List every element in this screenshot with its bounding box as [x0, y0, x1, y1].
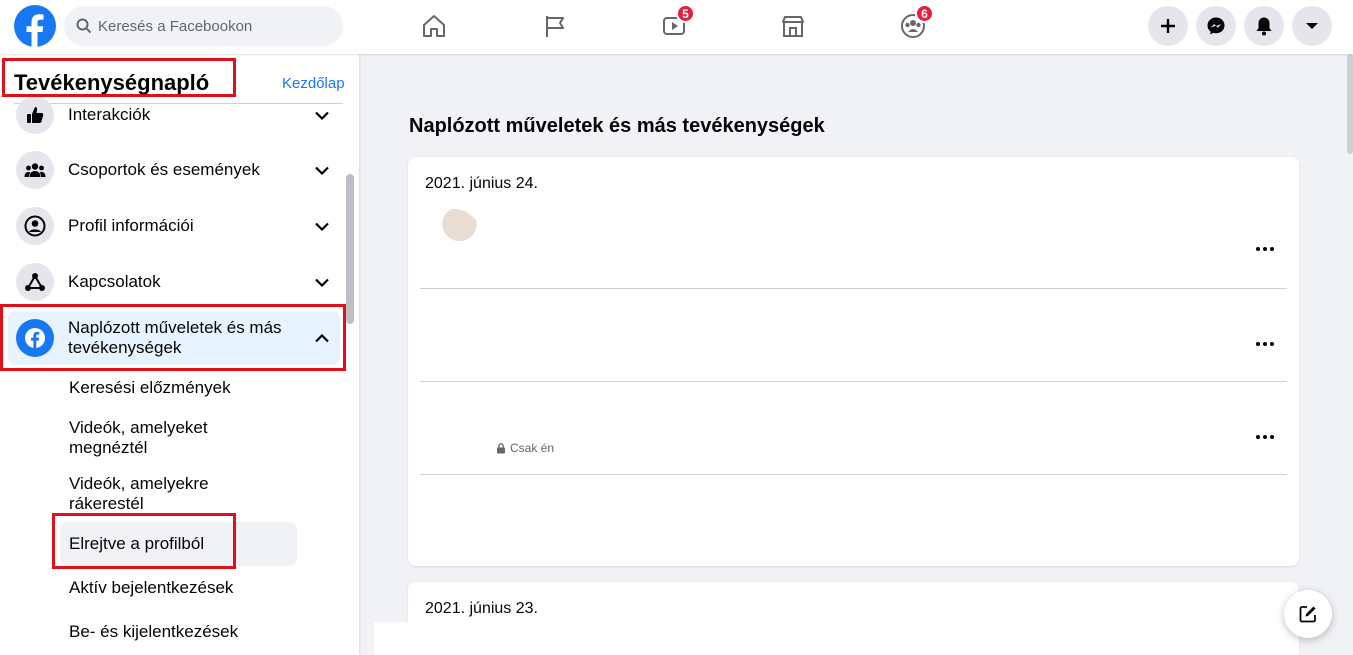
home-nav-button[interactable]: [412, 6, 456, 46]
account-menu-button[interactable]: [1292, 6, 1332, 46]
highlight-box-hidden-from-profile: [52, 513, 236, 569]
subitem-watched-videos[interactable]: Videók, amelyeket megnéztél: [60, 418, 220, 458]
caret-down-icon: [1306, 23, 1318, 29]
pages-nav-button[interactable]: [533, 6, 577, 46]
chevron-down-icon: [312, 160, 332, 180]
more-options-button[interactable]: [1252, 242, 1278, 256]
row-divider: [420, 381, 1287, 382]
watch-badge: 5: [676, 4, 695, 23]
row-divider: [420, 288, 1287, 289]
activity-log-sidebar: Tevékenységnapló Kezdőlap Interakciók Cs…: [0, 54, 359, 655]
facebook-logo-icon[interactable]: [14, 5, 56, 47]
subitem-active-sessions[interactable]: Aktív bejelentkezések: [60, 576, 297, 600]
highlight-box-logged-actions: [0, 304, 346, 371]
groups-badge: 6: [915, 4, 934, 23]
avatar: [426, 209, 482, 269]
subitem-searched-videos[interactable]: Videók, amelyekre rákerestél: [60, 474, 220, 514]
sidebar-scrollbar[interactable]: [346, 174, 354, 324]
lock-icon: [497, 442, 505, 453]
page-scrollbar[interactable]: [1347, 54, 1353, 154]
main-section-title: Naplózott műveletek és más tevékenységek: [409, 115, 825, 137]
search-input[interactable]: [98, 17, 318, 35]
messenger-button[interactable]: [1196, 6, 1236, 46]
watch-nav-button[interactable]: 5: [652, 4, 696, 46]
card-date: 2021. június 23.: [425, 600, 538, 617]
bell-icon: [1256, 17, 1272, 36]
chevron-down-icon: [312, 105, 332, 125]
search-icon: [76, 18, 92, 34]
marketplace-icon: [782, 16, 804, 37]
subitem-login-logout[interactable]: Be- és kijelentkezések: [60, 620, 297, 644]
plus-icon: [1161, 19, 1175, 33]
blank-area: [374, 622, 408, 655]
subitem-label: Be- és kijelentkezések: [69, 622, 239, 641]
people-icon: [16, 151, 54, 189]
flag-icon: [546, 16, 564, 37]
subitem-label: Videók, amelyekre rákerestél: [69, 474, 209, 513]
top-navigation-bar: 5 6: [0, 0, 1353, 54]
chevron-down-icon: [312, 216, 332, 236]
subitem-label: Aktív bejelentkezések: [69, 578, 234, 597]
sidebar-item-label: Csoportok és események: [68, 160, 260, 179]
more-options-button[interactable]: [1252, 337, 1278, 351]
subitem-label: Keresési előzmények: [69, 378, 231, 397]
sidebar-item-profile-info[interactable]: Profil információi: [8, 200, 340, 252]
privacy-text: Csak én: [510, 441, 555, 455]
privacy-label: Csak én: [496, 441, 554, 455]
home-icon: [423, 15, 445, 37]
messenger-icon: [1207, 17, 1225, 35]
sidebar-item-label: Kapcsolatok: [68, 272, 161, 291]
card-date: 2021. június 24.: [425, 175, 538, 192]
subitem-search-history[interactable]: Keresési előzmények: [60, 376, 297, 400]
sidebar-item-label: Interakciók: [68, 105, 151, 124]
more-options-button[interactable]: [1252, 430, 1278, 444]
search-box[interactable]: [64, 6, 343, 46]
sidebar-item-label: Profil információi: [68, 216, 194, 235]
connections-icon: [16, 263, 54, 301]
sidebar-item-connections[interactable]: Kapcsolatok: [8, 256, 340, 308]
user-circle-icon: [16, 207, 54, 245]
groups-nav-button[interactable]: 6: [891, 4, 935, 46]
activity-card: 2021. június 23.: [408, 582, 1299, 655]
highlight-box-title: [2, 58, 236, 97]
subitem-label: Videók, amelyeket megnéztél: [69, 418, 208, 457]
new-message-button[interactable]: [1284, 590, 1332, 638]
sidebar-item-groups-events[interactable]: Csoportok és események: [8, 144, 340, 196]
create-button[interactable]: [1148, 6, 1188, 46]
notifications-button[interactable]: [1244, 6, 1284, 46]
row-divider: [420, 474, 1287, 475]
marketplace-nav-button[interactable]: [771, 6, 815, 46]
compose-icon: [1299, 606, 1316, 623]
chevron-down-icon: [312, 272, 332, 292]
activity-card: 2021. június 24. Csak én: [408, 157, 1299, 566]
thumbs-up-icon: [16, 96, 54, 134]
